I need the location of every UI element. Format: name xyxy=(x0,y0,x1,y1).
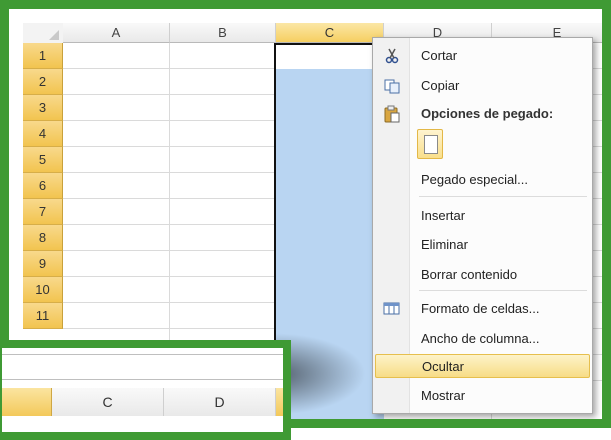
menu-item-label: Copiar xyxy=(421,78,460,93)
row-header-7[interactable]: 7 xyxy=(23,199,63,225)
column-header-c[interactable]: C xyxy=(276,23,384,43)
menu-item-borrar-contenido[interactable]: Borrar contenido xyxy=(375,263,590,287)
column-header-b[interactable]: B xyxy=(170,23,276,43)
menu-item-mostrar[interactable]: Mostrar xyxy=(375,384,590,408)
menu-item-formato-de-celdas[interactable]: Formato de celdas... xyxy=(375,297,590,321)
inset-formula-field xyxy=(2,354,283,380)
menu-item-label: Eliminar xyxy=(421,237,468,252)
paste-document-icon xyxy=(424,135,438,154)
row-header-3[interactable]: 3 xyxy=(23,95,63,121)
row-header-6[interactable]: 6 xyxy=(23,173,63,199)
row-header-4[interactable]: 4 xyxy=(23,121,63,147)
inset-column-header-d[interactable]: D xyxy=(164,388,276,416)
clipboard-icon xyxy=(383,105,401,123)
context-menu: Cortar Copiar Opciones de pegado: Pegado… xyxy=(372,37,593,414)
inset-column-header-edge[interactable] xyxy=(276,388,283,416)
column-header-a[interactable]: A xyxy=(63,23,170,43)
menu-item-cortar[interactable]: Cortar xyxy=(375,44,590,68)
row-header-5[interactable]: 5 xyxy=(23,147,63,173)
inset-column-header-b[interactable] xyxy=(2,388,52,416)
menu-item-eliminar[interactable]: Eliminar xyxy=(375,233,590,257)
row-header-2[interactable]: 2 xyxy=(23,69,63,95)
select-all-corner[interactable] xyxy=(23,23,64,44)
menu-item-label: Insertar xyxy=(421,208,466,223)
row-header-11[interactable]: 11 xyxy=(23,303,63,329)
inset-screenshot-frame: C D xyxy=(0,340,291,440)
row-header-10[interactable]: 10 xyxy=(23,277,63,303)
active-cell-c1[interactable] xyxy=(276,43,384,69)
menu-item-insertar[interactable]: Insertar xyxy=(375,204,590,228)
menu-item-ocultar[interactable]: Ocultar xyxy=(375,354,590,378)
scissors-icon xyxy=(383,47,401,65)
menu-item-label: Opciones de pegado: xyxy=(421,106,554,121)
row-header-1[interactable]: 1 xyxy=(23,43,63,69)
row-header-9[interactable]: 9 xyxy=(23,251,63,277)
inset-formula-bar xyxy=(2,348,283,386)
menu-item-ancho-de-columna[interactable]: Ancho de columna... xyxy=(375,327,590,351)
select-all-triangle-icon xyxy=(49,30,59,40)
menu-item-label: Ocultar xyxy=(422,359,464,374)
menu-item-label: Ancho de columna... xyxy=(421,331,540,346)
format-cells-icon xyxy=(383,300,401,318)
menu-item-copiar[interactable]: Copiar xyxy=(375,74,590,98)
menu-separator xyxy=(419,196,587,197)
menu-item-label: Pegado especial... xyxy=(421,172,528,187)
row-header-8[interactable]: 8 xyxy=(23,225,63,251)
menu-item-opciones-de-pegado: Opciones de pegado: xyxy=(375,102,590,126)
menu-item-label: Cortar xyxy=(421,48,458,63)
menu-item-pegado-especial[interactable]: Pegado especial... xyxy=(375,168,590,192)
inset-column-header-c[interactable]: C xyxy=(52,388,164,416)
menu-item-label: Formato de celdas... xyxy=(421,301,540,316)
copy-icon xyxy=(383,77,401,95)
menu-item-label: Borrar contenido xyxy=(421,267,518,282)
menu-separator xyxy=(419,290,587,291)
menu-item-label: Mostrar xyxy=(421,388,466,403)
paste-option-button[interactable] xyxy=(417,129,443,159)
selection-border xyxy=(274,43,384,45)
